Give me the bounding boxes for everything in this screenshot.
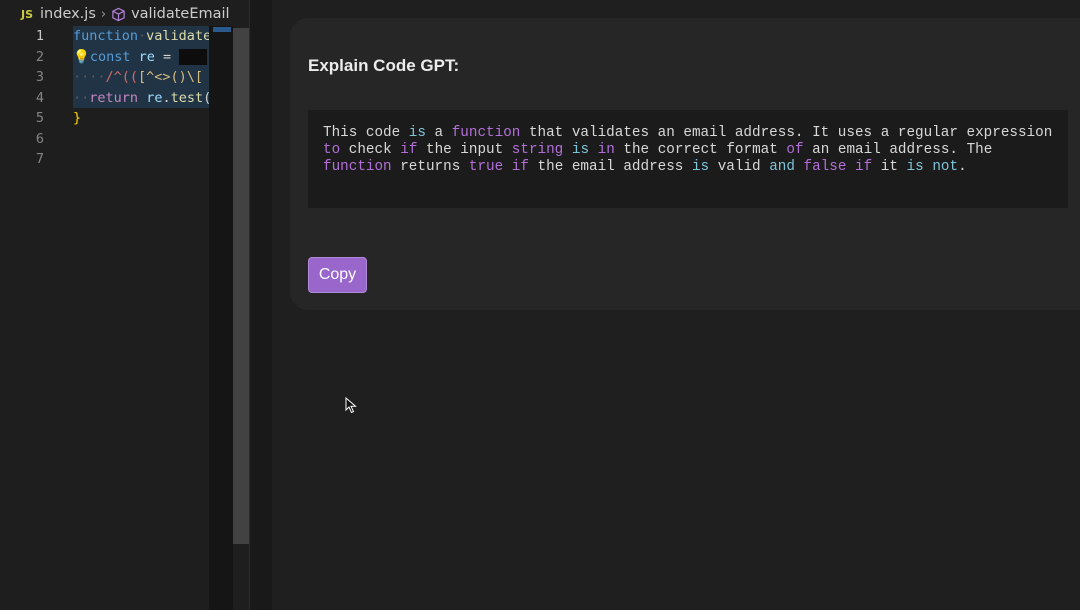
- explanation-text-segment: the correct format: [614, 142, 787, 158]
- code-token: [^<>()\[: [138, 69, 204, 85]
- explanation-keyword: string: [511, 142, 564, 158]
- panel-title: Explain Code GPT:: [308, 56, 460, 75]
- explanation-keyword: is: [691, 159, 710, 175]
- cube-icon: [112, 7, 125, 21]
- code-token: .: [162, 89, 171, 106]
- code-token: validate: [146, 28, 212, 44]
- line-number: 2: [35, 48, 44, 65]
- explanation-keyword: in: [597, 142, 615, 158]
- explanation-keyword: false: [803, 159, 847, 175]
- explanation-text-segment: [503, 159, 512, 175]
- code-token: }: [73, 110, 82, 126]
- breadcrumb-file[interactable]: index.js: [40, 6, 96, 22]
- explanation-keyword: is: [571, 142, 590, 158]
- explanation-keyword: and: [769, 159, 795, 175]
- explanation-keyword: if: [855, 159, 873, 175]
- chevron-right-icon: ›: [100, 6, 107, 22]
- line-number-gutter: 1 2 3 4 5 6 7: [0, 26, 60, 170]
- explanation-keyword: not: [932, 159, 959, 175]
- explanation-keyword: is: [408, 125, 426, 141]
- breadcrumb: JS index.js › validateEmail: [0, 0, 249, 28]
- minimap[interactable]: [209, 26, 233, 610]
- explanation-text-segment: an email address. The: [803, 142, 993, 158]
- explanation-keyword: of: [786, 142, 804, 158]
- code-token: re: [138, 48, 155, 65]
- explanation-text-segment: that validates an email address. It uses…: [520, 125, 1053, 141]
- line-number: 1: [35, 28, 44, 44]
- code-token: ··: [73, 89, 90, 106]
- javascript-file-icon: JS: [21, 7, 34, 21]
- explanation-text-segment: returns: [391, 159, 469, 175]
- code-token: ·: [138, 28, 147, 44]
- explanation-text-segment: [589, 142, 598, 158]
- code-token: ····: [73, 69, 106, 85]
- explanation-keyword: function: [323, 159, 392, 175]
- explanation-text-segment: This code: [323, 125, 409, 141]
- explanation-text-segment: [795, 159, 804, 175]
- code-token: return: [89, 89, 139, 106]
- explanation-keyword: if: [400, 142, 418, 158]
- code-token: const: [89, 48, 131, 65]
- line-number: 6: [35, 130, 44, 147]
- redacted-block: [179, 48, 208, 65]
- explanation-keyword: to: [323, 142, 341, 158]
- explanation-text-segment: valid: [709, 159, 770, 175]
- code-token: test: [170, 89, 204, 106]
- explanation-keyword: is: [906, 159, 924, 175]
- code-token: function: [73, 28, 139, 44]
- explanation-text-segment: [846, 159, 855, 175]
- lightbulb-icon[interactable]: 💡: [73, 49, 90, 65]
- breadcrumb-symbol[interactable]: validateEmail: [131, 6, 229, 22]
- line-number: 5: [35, 110, 44, 126]
- editor-scrollbar[interactable]: [233, 28, 249, 544]
- explanation-keyword: true: [468, 159, 504, 175]
- minimap-viewport[interactable]: [213, 27, 231, 32]
- panel-divider[interactable]: [249, 0, 272, 610]
- explanation-text-segment: the email address: [528, 159, 692, 175]
- explanation-text-segment: it: [872, 159, 907, 175]
- line-number: 7: [35, 151, 44, 167]
- line-number: 4: [35, 89, 44, 106]
- explanation-text-segment: .: [958, 159, 967, 175]
- explanation-text-segment: a: [425, 125, 452, 141]
- code-token: /^((: [105, 69, 139, 85]
- copy-button[interactable]: Copy: [308, 257, 367, 293]
- code-token: =: [154, 48, 180, 65]
- explanation-text-segment: the input: [417, 142, 512, 158]
- code-editor: JS index.js › validateEmail 1 2 3 4 5 6 7 func…: [0, 0, 249, 610]
- mouse-pointer-icon: [345, 397, 357, 414]
- explanation-text-segment: [563, 142, 572, 158]
- explanation-keyword: if: [511, 159, 529, 175]
- line-number: 3: [35, 69, 44, 85]
- explain-code-webview: Explain Code GPT: This code is a functio…: [272, 0, 1080, 610]
- explanation-text: This code is a function that validates a…: [308, 110, 1068, 208]
- code-token: re: [146, 89, 163, 106]
- explanation-card: Explain Code GPT: This code is a functio…: [290, 18, 1080, 310]
- explanation-text-segment: check: [340, 142, 401, 158]
- explanation-keyword: function: [451, 125, 521, 141]
